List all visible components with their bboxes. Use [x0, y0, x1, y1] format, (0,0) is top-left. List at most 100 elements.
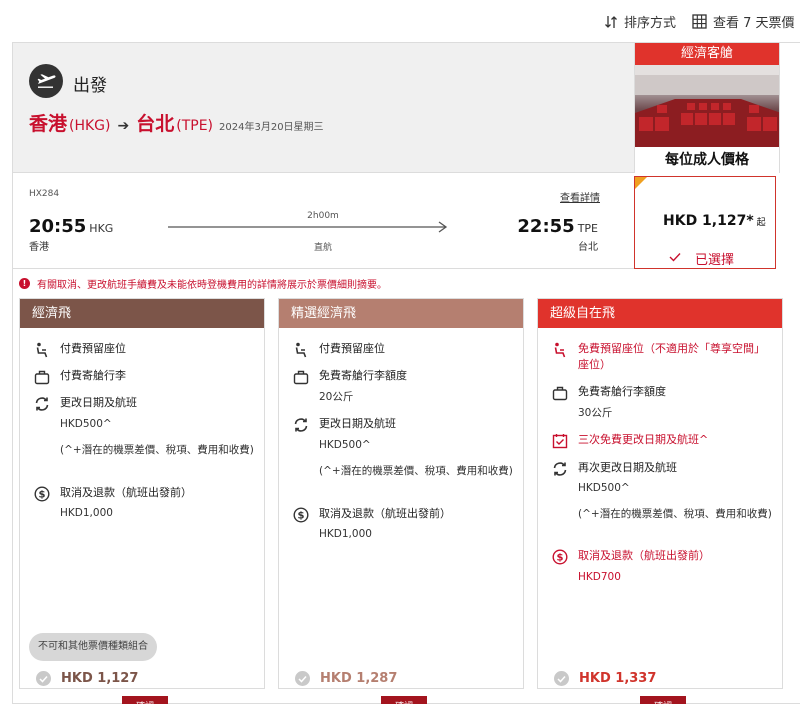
change-title: 更改日期及航班	[319, 417, 396, 430]
view-7-days-button[interactable]: 查看 7 天票價	[692, 12, 795, 31]
arrival-city: 台北	[578, 242, 598, 253]
departure-time: 20:55	[29, 216, 87, 237]
free-change-text: 三次免費更改日期及航班^	[578, 433, 709, 446]
plane-departure-icon	[29, 64, 63, 98]
refund-title: 取消及退款（航班出發前）	[578, 549, 710, 562]
seat-icon	[292, 341, 310, 359]
fare-rules-notice: ! 有關取消、更改航班手續費及未能依時登機費用的詳情將展示於票價細則摘要。	[19, 276, 387, 291]
baggage-icon	[292, 368, 310, 386]
departure-city: 香港	[29, 242, 49, 253]
travel-date: 2024年3月20日星期三	[219, 122, 324, 133]
view-7-days-label: 查看 7 天票價	[713, 16, 795, 31]
confirm-button[interactable]: 確認	[381, 696, 427, 704]
flight-duration: 2h00m	[307, 211, 339, 221]
refund-dollar-icon: $	[33, 485, 51, 503]
destination-city: 台北	[136, 113, 175, 135]
fare-price-option[interactable]: HKD 1,127	[36, 671, 138, 686]
per-adult-price-label: 每位成人價格	[665, 152, 749, 168]
grid-calendar-icon	[692, 14, 707, 29]
fare-price-option[interactable]: HKD 1,337	[554, 671, 656, 686]
refund-title: 取消及退款（航班出發前）	[319, 507, 451, 520]
flight-card: 出發 香港 (HKG) ➔ 台北 (TPE) 2024年3月20日星期三 經濟客…	[12, 42, 800, 704]
change-flight-icon	[292, 416, 310, 434]
calendar-check-icon	[551, 432, 569, 450]
lowest-price-amount: HKD 1,127*	[663, 213, 754, 229]
departure-header: 出發 香港 (HKG) ➔ 台北 (TPE) 2024年3月20日星期三	[13, 43, 634, 173]
baggage-text: 付費寄艙行李	[60, 369, 126, 382]
price-from-qualifier: 起	[756, 218, 766, 228]
sort-label: 排序方式	[624, 16, 677, 31]
change-fee-note: (^+潛在的機票差價、稅項、費用和收費)	[578, 508, 772, 520]
fare-name: 經濟飛	[20, 299, 264, 328]
flight-row: HX284 查看詳情 20:55 HKG 香港 2h00m 直航 22:55 TPE…	[13, 173, 634, 269]
fare-price: HKD 1,127	[61, 671, 139, 686]
route-summary: 香港 (HKG) ➔ 台北 (TPE) 2024年3月20日星期三	[29, 109, 324, 136]
fare-option-economy-flex: 超級自在飛 免費預留座位（不適用於「尊享空間」座位） 免費寄艙行李額度 30公斤…	[537, 298, 783, 704]
refund-title: 取消及退款（航班出發前）	[60, 486, 192, 499]
refund-fee: HKD1,000	[60, 507, 113, 519]
baggage-text: 免費寄艙行李額度	[319, 369, 407, 382]
seat-icon	[551, 341, 569, 359]
baggage-text: 免費寄艙行李額度	[578, 385, 666, 398]
view-details-link[interactable]: 查看詳情	[560, 189, 600, 204]
destination-code: (TPE)	[176, 118, 214, 134]
sort-button[interactable]: 排序方式	[604, 12, 676, 31]
selected-status: 已選擇	[669, 249, 734, 268]
seat-feature: 付費預留座位	[292, 341, 385, 359]
fare-price: HKD 1,337	[579, 671, 657, 686]
selected-label: 已選擇	[695, 253, 735, 268]
departure-label: 出發	[73, 76, 107, 96]
route-arrow-icon: ➔	[117, 118, 130, 134]
cabin-image	[635, 65, 779, 147]
seat-text: 免費預留座位（不適用於「尊享空間」座位）	[578, 342, 765, 371]
change-fee: HKD500^	[319, 439, 371, 451]
baggage-feature: 免費寄艙行李額度	[292, 368, 407, 386]
refund-dollar-icon: $	[551, 548, 569, 566]
fare-price-option[interactable]: HKD 1,287	[295, 671, 397, 686]
economy-price-option[interactable]: HKD 1,127* 起 已選擇	[634, 176, 776, 269]
change-flight-icon	[33, 395, 51, 413]
change-feature: 更改日期及航班	[33, 395, 137, 413]
free-change-feature: 三次免費更改日期及航班^	[551, 432, 708, 450]
change-title: 更改日期及航班	[60, 396, 137, 409]
change-title: 再次更改日期及航班	[578, 461, 677, 474]
change-feature: 再次更改日期及航班	[551, 460, 677, 478]
baggage-icon	[33, 368, 51, 386]
seat-text: 付費預留座位	[319, 342, 385, 355]
no-combination-badge: 不可和其他票價種類組合	[29, 633, 157, 661]
baggage-feature: 付費寄艙行李	[33, 368, 126, 386]
refund-fee: HKD1,000	[319, 528, 372, 540]
change-fee: HKD500^	[60, 418, 112, 430]
change-fee-note: (^+潛在的機票差價、稅項、費用和收費)	[60, 444, 254, 456]
top-toolbar: 排序方式 查看 7 天票價	[0, 0, 800, 42]
lowest-price: HKD 1,127* 起	[663, 213, 766, 229]
refund-feature: $ 取消及退款（航班出發前）	[292, 506, 451, 524]
departure-airport-code: HKG	[89, 222, 114, 235]
baggage-feature: 免費寄艙行李額度	[551, 384, 666, 402]
change-fee-note: (^+潛在的機票差價、稅項、費用和收費)	[319, 465, 513, 477]
seat-icon	[33, 341, 51, 359]
arrival-airport-code: TPE	[577, 222, 598, 235]
confirm-button[interactable]: 確認	[122, 696, 168, 704]
seat-text: 付費預留座位	[60, 342, 126, 355]
fare-option-economy-light: 經濟飛 付費預留座位 付費寄艙行李 更改日期及航班 HKD500^ (^+潛在的…	[19, 298, 265, 704]
arrival-time-block: 22:55 TPE 台北	[517, 216, 598, 253]
refund-feature: $ 取消及退款（航班出發前）	[551, 548, 710, 566]
fare-price: HKD 1,287	[320, 671, 398, 686]
radio-check-icon	[554, 671, 569, 686]
arrival-time: 22:55	[517, 216, 575, 237]
sort-icon	[604, 15, 618, 29]
seat-feature: 免費預留座位（不適用於「尊享空間」座位）	[551, 341, 774, 373]
svg-text:$: $	[298, 511, 305, 522]
alert-icon: !	[19, 278, 30, 289]
refund-feature: $ 取消及退款（航班出發前）	[33, 485, 192, 503]
flight-path-arrow-icon	[168, 221, 448, 233]
change-fee: HKD500^	[578, 482, 630, 494]
change-flight-icon	[551, 460, 569, 478]
selected-corner-flag	[635, 177, 647, 189]
confirm-button[interactable]: 確認	[640, 696, 686, 704]
change-feature: 更改日期及航班	[292, 416, 396, 434]
seat-feature: 付費預留座位	[33, 341, 126, 359]
notice-text: 有關取消、更改航班手續費及未能依時登機費用的詳情將展示於票價細則摘要。	[37, 280, 387, 291]
origin-city: 香港	[29, 113, 68, 135]
